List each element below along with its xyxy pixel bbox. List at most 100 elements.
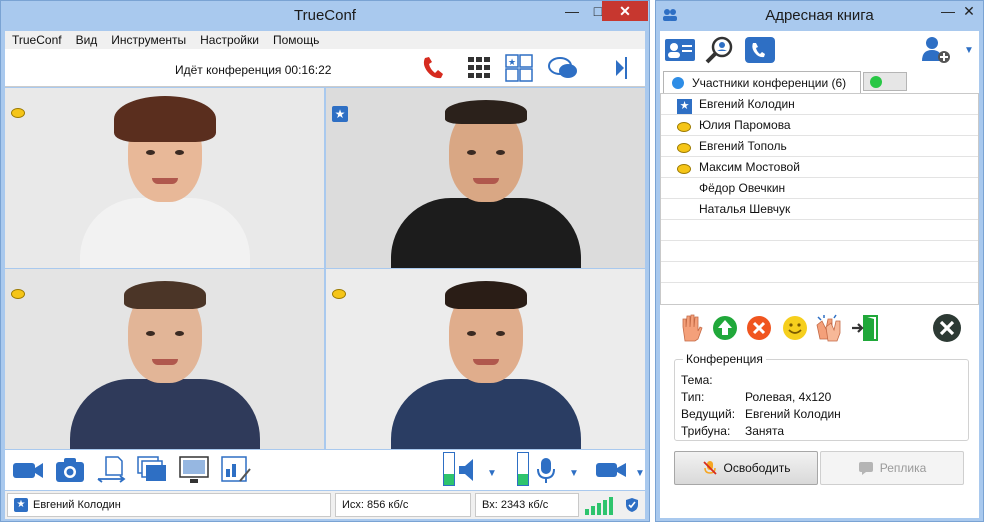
conference-info: Конференция Тема: Тип: Ролевая, 4x120 Ве… <box>660 351 979 446</box>
host-star-icon: ★ <box>677 98 692 114</box>
remove-icon[interactable] <box>744 313 774 343</box>
close-conference-icon[interactable] <box>932 313 962 343</box>
applause-icon[interactable] <box>814 313 844 343</box>
trueconf-window: TrueConf — □ ✕ TrueConf Вид Инструменты … <box>0 0 650 522</box>
audio-status-icon <box>332 289 346 299</box>
incoming-bitrate: Вх: 2343 кб/с <box>475 493 579 517</box>
speaker-icon[interactable] <box>455 454 485 486</box>
speaker-volume-slider[interactable] <box>443 452 455 486</box>
contacts-icon[interactable] <box>664 35 696 65</box>
conference-legend: Конференция <box>683 352 766 366</box>
participant-row[interactable]: Наталья Шевчук <box>661 199 978 220</box>
reply-label: Реплика <box>879 461 927 475</box>
snapshot-icon[interactable] <box>53 454 87 486</box>
participant-name: Фёдор Овечкин <box>699 181 786 195</box>
tab-online-status[interactable] <box>863 72 907 91</box>
empty-row <box>661 283 978 304</box>
participant-name: Юлия Паромова <box>699 118 791 132</box>
release-label: Освободить <box>723 461 791 475</box>
participant-video <box>390 281 581 449</box>
participant-row[interactable]: Максим Мостовой <box>661 157 978 178</box>
online-status-icon <box>870 75 882 88</box>
layout-icon[interactable]: ★ <box>503 53 535 83</box>
audio-status-icon <box>677 163 691 177</box>
mic-volume-slider[interactable] <box>517 452 529 486</box>
menu-tools[interactable]: Инструменты <box>104 33 193 47</box>
minimize-button[interactable]: — <box>559 1 585 21</box>
participant-row[interactable]: Фёдор Овечкин <box>661 178 978 199</box>
participant-video <box>79 96 250 268</box>
close-button[interactable]: ✕ <box>958 1 980 21</box>
participant-row[interactable]: Юлия Паромова <box>661 115 978 136</box>
raise-hand-icon[interactable] <box>676 313 706 343</box>
minimize-button[interactable]: — <box>938 1 958 21</box>
participant-name: Наталья Шевчук <box>699 202 791 216</box>
reply-button[interactable]: Реплика <box>820 451 964 485</box>
host-star-icon: ★ <box>14 498 28 512</box>
menu-settings[interactable]: Настройки <box>193 33 266 47</box>
signal-strength-icon <box>585 495 613 515</box>
smile-icon[interactable] <box>780 313 810 343</box>
video-tile-1[interactable] <box>5 88 324 268</box>
call-history-icon[interactable] <box>744 35 776 65</box>
action-buttons: Освободить Реплика <box>660 446 979 518</box>
host-star-icon: ★ <box>332 106 348 122</box>
audio-status-icon <box>677 121 691 135</box>
host-label: Ведущий: <box>681 407 736 421</box>
security-shield-icon <box>625 497 639 516</box>
participant-row[interactable]: Евгений Тополь <box>661 136 978 157</box>
speaker-dropdown-icon[interactable]: ▼ <box>487 468 497 479</box>
close-button[interactable]: ✕ <box>602 1 648 21</box>
tab-conference-participants[interactable]: Участники конференции (6) <box>663 71 861 93</box>
file-transfer-icon[interactable] <box>95 454 129 486</box>
tab-label: Участники конференции (6) <box>692 75 847 90</box>
promote-icon[interactable] <box>710 313 740 343</box>
camera-icon[interactable] <box>11 454 45 486</box>
chat-icon[interactable] <box>547 53 579 83</box>
reply-icon <box>858 462 873 475</box>
type-label: Тип: <box>681 390 705 404</box>
conference-status-icon <box>672 76 684 89</box>
empty-row <box>661 220 978 241</box>
menu-help[interactable]: Помощь <box>266 33 326 47</box>
audio-status-icon <box>677 142 691 156</box>
panel-toggle-icon[interactable] <box>609 53 633 83</box>
microphone-icon[interactable] <box>531 454 561 486</box>
host-value: Евгений Колодин <box>745 407 841 421</box>
menu-trueconf[interactable]: TrueConf <box>5 33 69 47</box>
release-button[interactable]: Освободить <box>674 451 818 485</box>
topic-label: Тема: <box>681 373 713 387</box>
mic-off-icon <box>702 461 717 475</box>
outgoing-bitrate: Исх: 856 кб/с <box>335 493 471 517</box>
menu-view[interactable]: Вид <box>69 33 105 47</box>
participant-row[interactable]: ★ Евгений Колодин <box>661 94 978 115</box>
tribune-label: Трибуна: <box>681 424 731 438</box>
conference-status: Идёт конференция 00:16:22 <box>175 63 332 77</box>
camera-dropdown-icon[interactable]: ▼ <box>635 468 645 479</box>
dialpad-icon[interactable] <box>463 53 495 83</box>
mic-dropdown-icon[interactable]: ▼ <box>569 468 579 479</box>
type-value: Ролевая, 4x120 <box>745 390 832 404</box>
conference-toolbar: Идёт конференция 00:16:22 ★ <box>5 49 645 87</box>
add-user-icon[interactable] <box>920 35 952 65</box>
participant-name: Евгений Тополь <box>699 139 787 153</box>
video-tile-2[interactable]: ★ <box>326 88 645 268</box>
exit-icon[interactable] <box>850 313 880 343</box>
whiteboard-icon[interactable] <box>219 454 253 486</box>
add-user-dropdown-icon[interactable]: ▼ <box>964 45 974 56</box>
search-icon[interactable] <box>704 35 736 65</box>
speaker-volume-level <box>444 473 454 485</box>
participant-name: Евгений Колодин <box>699 97 795 111</box>
video-camera-icon[interactable] <box>593 454 629 486</box>
status-user: ★ Евгений Колодин <box>7 493 331 517</box>
slideshow-icon[interactable] <box>135 454 169 486</box>
hangup-icon[interactable] <box>417 53 449 83</box>
participant-actions <box>660 305 979 351</box>
video-tile-4[interactable] <box>326 269 645 449</box>
audio-status-icon <box>11 108 25 118</box>
window-title: Адресная книга <box>765 7 874 24</box>
address-book-toolbar: ▼ <box>660 31 979 69</box>
video-tile-3[interactable] <box>5 269 324 449</box>
screen-share-icon[interactable] <box>177 454 211 486</box>
conference-fieldset: Конференция Тема: Тип: Ролевая, 4x120 Ве… <box>674 352 969 441</box>
